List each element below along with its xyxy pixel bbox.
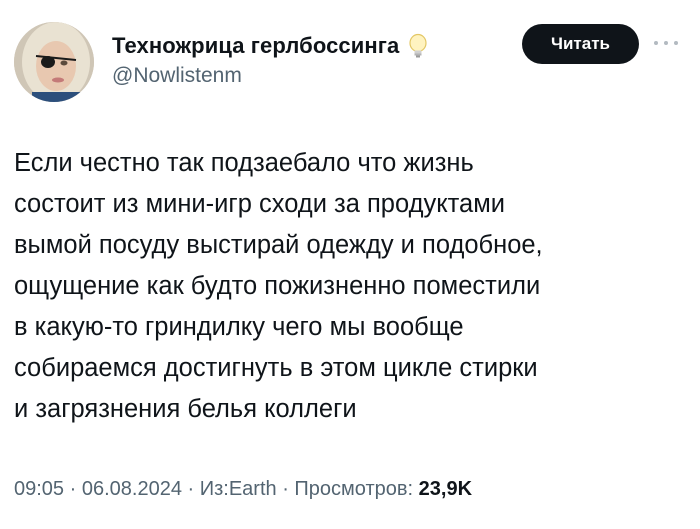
- follow-button[interactable]: Читать: [522, 24, 639, 64]
- dot: [674, 41, 678, 45]
- tweet-source: Из:Earth: [199, 478, 277, 500]
- author-name-row: Техножрица герлбоссинга: [112, 33, 429, 59]
- more-dots-icon[interactable]: [654, 36, 678, 50]
- avatar-image: [14, 22, 94, 102]
- meta-separator: ·: [64, 478, 82, 500]
- tweet-time[interactable]: 09:05: [14, 478, 64, 500]
- tweet-card: Техножрица герлбоссинга @Nowlistenm Чита…: [0, 0, 700, 529]
- avatar[interactable]: [14, 22, 94, 102]
- author-handle[interactable]: @Nowlistenm: [112, 64, 242, 88]
- dot: [654, 41, 658, 45]
- views-label: Просмотров:: [294, 478, 414, 500]
- meta-separator: ·: [181, 478, 200, 500]
- dot: [664, 41, 668, 45]
- author-display-name[interactable]: Техножрица герлбоссинга: [112, 33, 399, 59]
- tweet-text: Если честно так подзаебало что жизнь сос…: [14, 149, 543, 423]
- views-count[interactable]: 23,9K: [419, 478, 472, 500]
- tweet-date[interactable]: 06.08.2024: [82, 478, 182, 500]
- tweet-meta: 09:05 · 06.08.2024 · Из:Earth · Просмотр…: [14, 478, 472, 501]
- meta-separator: ·: [276, 478, 295, 500]
- lightbulb-icon: [407, 33, 429, 59]
